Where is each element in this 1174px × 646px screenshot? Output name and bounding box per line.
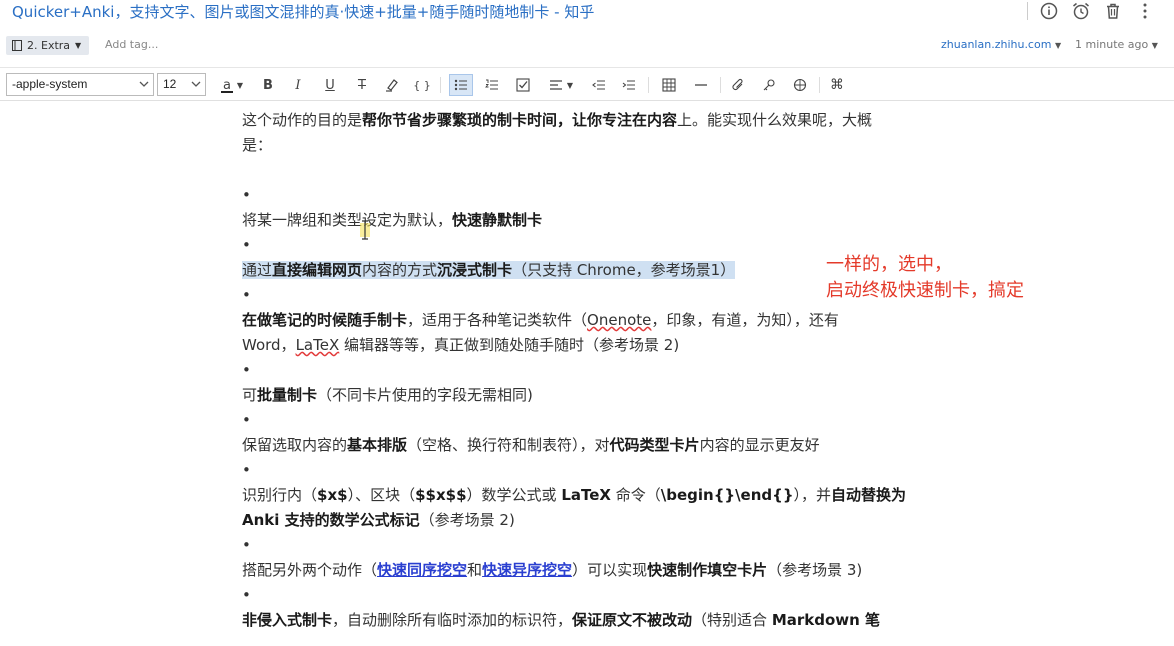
link-ordered-cloze[interactable]: 快速同序挖空 (377, 561, 467, 579)
chevron-down-icon (191, 81, 201, 87)
modified-time[interactable]: 1 minute ago ▼ (1075, 38, 1158, 51)
divider (648, 77, 649, 93)
bullet-list-button[interactable] (449, 74, 473, 96)
note-body[interactable]: 这个动作的目的是帮你节省步骤繁琐的制卡时间，让你专注在内容上。能实现什么效果呢，… (242, 108, 942, 633)
align-left-icon (549, 80, 562, 90)
strikethrough-button[interactable]: T (350, 74, 374, 96)
title-bar: Quicker+Anki，支持文字、图片或图文混排的真·快速+批量+随手随时随地… (0, 0, 1174, 30)
bullet-marker: • (242, 361, 251, 379)
list-item: 可批量制卡（不同卡片使用的字段无需相同) (242, 386, 533, 404)
chevron-down-icon: ▼ (1151, 41, 1158, 50)
font-family-select[interactable]: -apple-system (6, 73, 154, 96)
list-item-continued: Anki 支持的数学公式标记（参考场景 2) (242, 511, 515, 529)
link-unordered-cloze[interactable]: 快速异序挖空 (482, 561, 572, 579)
numbered-list-icon (485, 79, 498, 90)
note-title[interactable]: Quicker+Anki，支持文字、图片或图文混排的真·快速+批量+随手随时随地… (12, 1, 594, 22)
chevron-down-icon: ▼ (1054, 41, 1062, 50)
list-item: 识别行内（$x$）、区块（$$x$$）数学公式或 LaTeX 命令（\begin… (242, 486, 907, 504)
paragraph: 是： (242, 136, 273, 154)
highlight-button[interactable] (380, 74, 404, 96)
underline-button[interactable]: U (318, 74, 342, 96)
horizontal-rule-icon (695, 84, 707, 86)
divider (440, 77, 441, 93)
chevron-down-icon: ▼ (566, 80, 574, 90)
checklist-button[interactable] (511, 74, 535, 96)
align-button[interactable]: ▼ (544, 74, 578, 96)
indent-button[interactable] (617, 74, 641, 96)
add-tag-field[interactable]: Add tag... (105, 38, 158, 51)
divider (720, 77, 721, 93)
highlighter-icon (386, 79, 398, 92)
paperclip-icon (732, 78, 743, 91)
chevron-down-icon (139, 81, 149, 87)
bullet-list-icon (454, 79, 467, 91)
divider (1027, 2, 1028, 20)
attachment-button[interactable] (726, 74, 750, 96)
key-icon (763, 79, 775, 91)
outdent-button[interactable] (587, 74, 611, 96)
bullet-marker: • (242, 411, 251, 429)
list-item: 搭配另外两个动作（快速同序挖空和快速异序挖空）可以实现快速制作填空卡片（参考场景… (242, 561, 863, 579)
empty-line (242, 158, 942, 183)
notebook-icon (12, 40, 22, 51)
outdent-icon (592, 80, 605, 90)
paragraph: 这个动作的目的是帮你节省步骤繁琐的制卡时间，让你专注在内容上。能实现什么效果呢，… (242, 111, 873, 129)
encrypt-button[interactable] (757, 74, 781, 96)
annotation-line: 一样的，选中， (826, 254, 952, 275)
annotation-overlay: 一样的，选中， 启动终极快速制卡，搞定 (826, 252, 1024, 304)
chevron-down-icon: ▼ (236, 80, 244, 90)
chevron-down-icon: ▼ (75, 41, 82, 50)
horizontal-rule-button[interactable] (689, 74, 713, 96)
bullet-marker: • (242, 461, 251, 479)
annotation-line: 启动终极快速制卡，搞定 (826, 280, 1024, 301)
command-button[interactable]: ⌘ (825, 74, 849, 96)
title-actions (1027, 0, 1156, 22)
link-note-button[interactable] (788, 74, 812, 96)
info-icon[interactable] (1038, 0, 1060, 22)
notebook-selector[interactable]: 2. Extra ▼ (6, 36, 90, 55)
text-color-button[interactable]: a ▼ (216, 74, 250, 96)
bold-button[interactable]: B (256, 74, 280, 96)
list-item: 将某一牌组和类型设定为默认，快速静默制卡 (242, 211, 543, 229)
trash-icon[interactable] (1102, 0, 1124, 22)
table-icon (662, 78, 676, 92)
numbered-list-button[interactable] (480, 74, 504, 96)
text-cursor-icon (360, 220, 370, 240)
bullet-marker: • (242, 186, 251, 204)
meta-bar: 2. Extra ▼ Add tag... zhuanlan.zhihu.com… (0, 34, 1174, 56)
list-item: 保留选取内容的基本排版（空格、换行符和制表符），对代码类型卡片内容的显示更友好 (242, 436, 820, 454)
more-icon[interactable] (1134, 0, 1156, 22)
alarm-icon[interactable] (1070, 0, 1092, 22)
list-item-continued: Word，LaTeX 编辑器等等，真正做到随处随手随时（参考场景 2) (242, 336, 680, 354)
bullet-marker: • (242, 586, 251, 604)
globe-icon (793, 78, 807, 92)
font-size-select[interactable]: 12 (157, 73, 206, 96)
list-item: 非侵入式制卡，自动删除所有临时添加的标识符，保证原文不被改动（特别适合 Mark… (242, 611, 881, 629)
list-item: 在做笔记的时候随手制卡，适用于各种笔记类软件（Onenote，印象，有道，为知）… (242, 311, 839, 329)
checkbox-icon (516, 78, 530, 92)
bullet-marker: • (242, 536, 251, 554)
source-url-link[interactable]: zhuanlan.zhihu.com ▼ (941, 38, 1061, 51)
indent-icon (622, 80, 635, 90)
divider (819, 77, 820, 93)
format-toolbar: -apple-system 12 a ▼ B I U T { } ▼ ⌘ (0, 67, 1174, 101)
code-button[interactable]: { } (410, 74, 434, 96)
color-swatch (221, 91, 233, 93)
table-button[interactable] (657, 74, 681, 96)
italic-button[interactable]: I (286, 74, 310, 96)
notebook-label: 2. Extra (27, 39, 71, 52)
